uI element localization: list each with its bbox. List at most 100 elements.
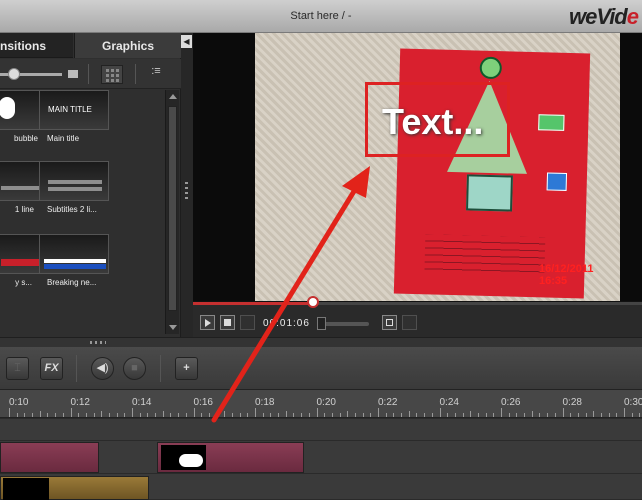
graphic-item-bubble[interactable]: bubble [0, 90, 40, 143]
playback-progress-bar[interactable] [193, 302, 642, 305]
app-logo[interactable]: weVide [568, 4, 639, 30]
ruler-tick [139, 413, 141, 417]
library-scrollbar[interactable] [165, 90, 179, 334]
graphic-item-main-title[interactable]: MAIN TITLE Main title [39, 90, 109, 143]
grid-view-icon[interactable] [101, 65, 123, 84]
playback-progress-fill [193, 302, 315, 305]
graphic-item-breaking-news[interactable]: Breaking ne... [39, 234, 109, 287]
graphics-track[interactable] [0, 441, 642, 474]
graphic-item-subtitles-2-lines[interactable]: Subtitles 2 li... [39, 161, 109, 214]
ruler-tick [78, 413, 80, 417]
graphic-thumbnail: MAIN TITLE [39, 90, 109, 130]
ruler-label: 0:28 [562, 397, 582, 408]
ruler-tick [301, 413, 303, 417]
ruler-tick [477, 413, 479, 417]
collapse-panel-icon[interactable]: ◀ [181, 35, 192, 48]
list-view-icon[interactable]: :≡ [148, 65, 164, 83]
ruler-tick [347, 411, 349, 417]
split-icon[interactable]: ⌶ [6, 357, 29, 380]
logo-text: weVid [568, 4, 628, 29]
text-overlay[interactable]: Text... [382, 101, 483, 143]
popout-button[interactable] [402, 315, 417, 330]
logo-accent: e [626, 4, 639, 29]
ruler-tick [362, 413, 364, 417]
ruler-tick [293, 413, 295, 417]
ruler-tick [70, 408, 72, 417]
ruler-tick [531, 411, 533, 417]
ruler-tick [516, 413, 518, 417]
ruler-tick [424, 413, 426, 417]
timeline-ruler[interactable]: 0:10 0:12 0:14 0:16 0:18 0:20 0:22 0:24 0:26 0:28… [0, 390, 642, 418]
ruler-tick [393, 413, 395, 417]
graphic-item-lower-third[interactable]: y s... [0, 234, 40, 287]
thumbnail-size-slider-handle[interactable] [8, 68, 20, 80]
ruler-tick [608, 413, 610, 417]
timecode-display: 00:01:06 [263, 318, 310, 329]
ruler-tick [401, 413, 403, 417]
ruler-tick [447, 413, 449, 417]
volume-icon[interactable]: ◀) [91, 357, 114, 380]
ruler-tick [278, 413, 280, 417]
wevideo-editor: Start here / - weVide nsitions Graphics … [0, 0, 642, 500]
tab-transitions[interactable]: nsitions [0, 33, 73, 58]
play-button[interactable] [200, 315, 215, 330]
text-graphic-clip[interactable] [157, 442, 304, 473]
blue-sticker [546, 172, 568, 191]
ruler-tick [554, 413, 556, 417]
ruler-tick [501, 408, 502, 417]
green-sticker [538, 114, 565, 131]
project-title: Start here / - [290, 10, 352, 22]
fullscreen-button[interactable] [382, 315, 397, 330]
ruler-tick [378, 408, 379, 417]
ruler-tick [39, 411, 41, 417]
splitter-grip[interactable] [90, 341, 106, 344]
camera-icon[interactable]: ■ [123, 357, 146, 380]
ruler-tick [24, 413, 26, 417]
text-overlay-box[interactable]: Text... [365, 82, 510, 157]
ruler-tick [585, 413, 587, 417]
video-preview[interactable]: 16/12/2011 16:35 Text... [193, 33, 642, 301]
scrollbar-thumb[interactable] [168, 106, 177, 311]
ruler-tick [324, 413, 326, 417]
media-library-panel: nsitions Graphics :≡ bubble MAIN TITLE M… [0, 33, 181, 337]
ruler-label: 0:16 [193, 397, 213, 408]
frame-back-button[interactable] [240, 315, 255, 330]
splitter-grip[interactable] [185, 182, 188, 202]
video-track[interactable] [0, 474, 642, 500]
scroll-down-icon[interactable] [169, 325, 177, 330]
timeline-tracks [0, 419, 642, 500]
scroll-up-icon[interactable] [169, 94, 177, 99]
ruler-tick [255, 408, 256, 417]
ruler-tick [624, 408, 625, 417]
video-clip[interactable] [0, 476, 149, 500]
handwritten-note [424, 234, 546, 278]
ruler-tick [201, 413, 203, 417]
volume-slider-handle[interactable] [317, 317, 326, 330]
track-empty [0, 419, 642, 441]
ruler-tick [224, 411, 226, 417]
ruler-tick [178, 413, 180, 417]
ruler-tick [631, 413, 633, 417]
ruler-tick [116, 413, 118, 417]
ruler-tick [101, 411, 103, 417]
ruler-tick [216, 413, 218, 417]
timeline-clip[interactable] [0, 442, 99, 473]
graphic-thumbnail [39, 234, 109, 274]
player-controls: 00:01:06 [193, 296, 642, 337]
timeline-splitter[interactable] [0, 337, 642, 347]
ruler-tick [132, 408, 133, 417]
ruler-tick [616, 413, 618, 417]
tab-graphics[interactable]: Graphics [74, 33, 181, 58]
ruler-tick [600, 413, 602, 417]
graphic-thumbnail [39, 161, 109, 201]
playback-scrubber[interactable] [307, 296, 319, 308]
toolbar-divider [88, 64, 89, 84]
add-icon[interactable]: + [175, 357, 198, 380]
ruler-tick [524, 413, 526, 417]
stop-button[interactable] [220, 315, 235, 330]
ruler-tick [247, 413, 249, 417]
ruler-tick [16, 413, 18, 417]
fx-button[interactable]: FX [40, 357, 63, 380]
volume-slider[interactable] [321, 322, 369, 326]
graphic-item-subtitles-1-line[interactable]: 1 line [0, 161, 40, 214]
